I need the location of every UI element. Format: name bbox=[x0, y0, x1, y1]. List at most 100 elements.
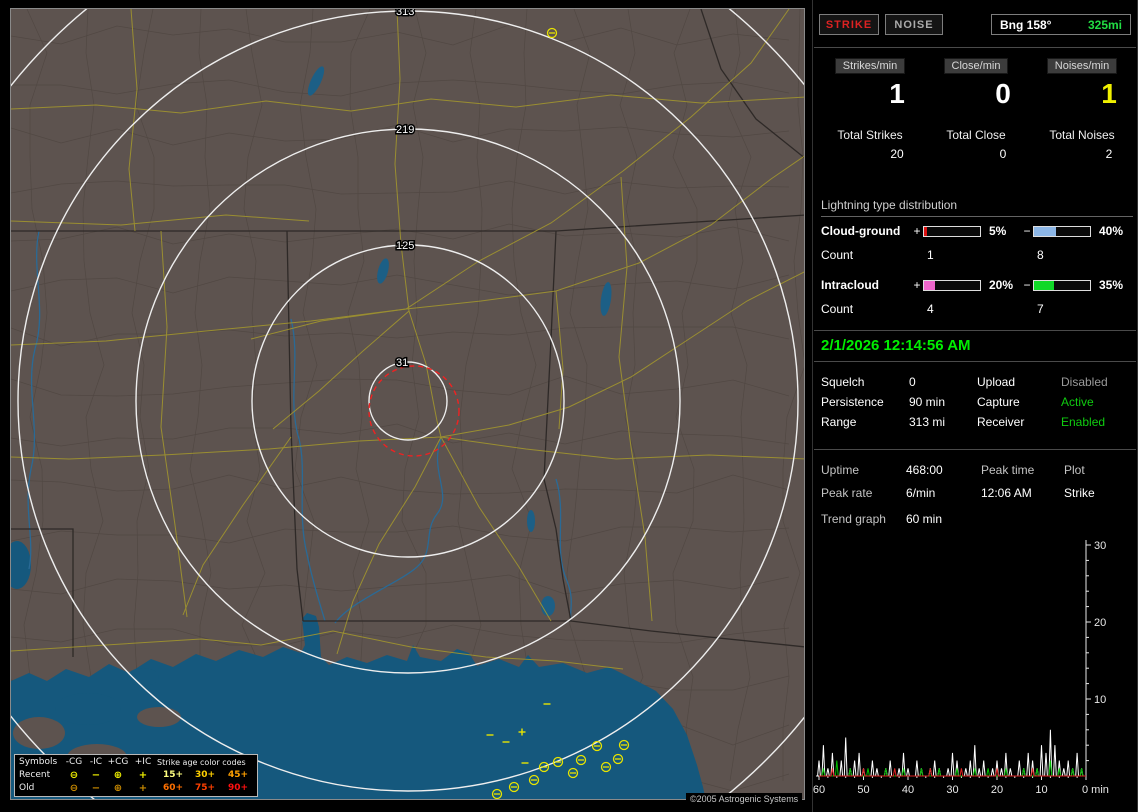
copyright-text: ©2005 Astrogenic Systems bbox=[686, 793, 803, 805]
ic-plus-icon: + bbox=[138, 770, 148, 781]
distribution-title: Lightning type distribution bbox=[821, 198, 1133, 217]
ic-minus-icon: − bbox=[91, 783, 101, 794]
trend-graph-label: Trend graph bbox=[821, 512, 886, 526]
peak-rate-value: 6/min bbox=[906, 485, 936, 500]
strike-button[interactable]: STRIKE bbox=[819, 14, 879, 35]
capture-value: Active bbox=[1061, 395, 1094, 409]
svg-text:0 min: 0 min bbox=[1082, 784, 1109, 796]
age-30: 30+ bbox=[194, 770, 216, 780]
separator bbox=[814, 449, 1136, 450]
status-row: Uptime 468:00 Peak time Plot bbox=[821, 458, 1135, 481]
ic-positive-count: 4 bbox=[927, 302, 934, 316]
settings-row: Persistence 90 min Capture Active bbox=[821, 392, 1135, 412]
receiver-value: Enabled bbox=[1061, 415, 1106, 429]
total-close-value: 0 bbox=[999, 147, 1007, 161]
minus-sign: − bbox=[1023, 278, 1031, 292]
separator bbox=[814, 47, 1136, 48]
cg-positive-bar-fill bbox=[924, 226, 927, 236]
trend-graph-span-value: 60 min bbox=[906, 512, 943, 526]
svg-text:30: 30 bbox=[1094, 540, 1106, 552]
age-75: 75+ bbox=[194, 783, 216, 793]
ic-positive-pct: 20% bbox=[989, 278, 1014, 292]
bearing-range-value: 325mi bbox=[1087, 17, 1122, 32]
age-60: 60+ bbox=[162, 783, 184, 793]
minus-sign: − bbox=[1023, 224, 1031, 238]
legend-type-cg-pos: +CG bbox=[107, 757, 129, 767]
map-view[interactable]: 31 125 219 313 Symbols -CG -IC +CG +IC Stri… bbox=[10, 8, 805, 800]
peak-rate-label: Peak rate bbox=[821, 485, 873, 500]
count-label: Count bbox=[821, 302, 854, 316]
cloud-ground-row: Cloud-ground + 5% − 40% bbox=[821, 224, 1133, 238]
ic-negative-bar bbox=[1033, 279, 1091, 291]
datetime-display: 2/1/2026 12:14:56 AM bbox=[821, 337, 971, 354]
cg-negative-bar-fill bbox=[1034, 226, 1057, 236]
svg-text:10: 10 bbox=[1035, 784, 1047, 796]
plus-sign: + bbox=[913, 224, 921, 238]
persistence-value: 90 min bbox=[909, 395, 946, 409]
legend-type-ic-pos: +IC bbox=[134, 757, 152, 767]
receiver-label: Receiver bbox=[977, 415, 1025, 429]
cg-minus-icon: ⊖ bbox=[69, 783, 79, 794]
cg-minus-icon: ⊖ bbox=[69, 770, 79, 781]
marsh-patch bbox=[13, 717, 65, 749]
age-90: 90+ bbox=[227, 783, 249, 793]
svg-text:10: 10 bbox=[1094, 694, 1106, 706]
range-value: 313 mi bbox=[909, 415, 946, 429]
separator bbox=[814, 361, 1136, 362]
ic-negative-bar-fill bbox=[1034, 280, 1054, 290]
svg-text:31: 31 bbox=[396, 357, 408, 369]
legend-type-cg-neg: -CG bbox=[65, 757, 83, 767]
ic-plus-icon: + bbox=[138, 783, 148, 794]
svg-text:219: 219 bbox=[396, 124, 414, 136]
svg-text:313: 313 bbox=[396, 9, 414, 18]
cg-negative-count: 8 bbox=[1037, 248, 1044, 262]
svg-text:20: 20 bbox=[991, 784, 1003, 796]
upload-value: Disabled bbox=[1061, 375, 1108, 389]
plot-value: Strike bbox=[1064, 485, 1095, 500]
total-noises-value: 2 bbox=[1105, 147, 1113, 161]
settings-row: Squelch 0 Upload Disabled bbox=[821, 372, 1135, 392]
count-label: Count bbox=[821, 248, 854, 262]
total-close-label: Total Close bbox=[946, 128, 1006, 142]
legend-symbols-header: Symbols bbox=[19, 757, 58, 767]
intracloud-label: Intracloud bbox=[821, 278, 880, 292]
status-section: Uptime 468:00 Peak time Plot Peak rate 6… bbox=[821, 458, 1135, 504]
uptime-label: Uptime bbox=[821, 462, 860, 477]
persistence-label: Persistence bbox=[821, 395, 884, 409]
ic-positive-bar bbox=[923, 279, 981, 291]
svg-text:60: 60 bbox=[813, 784, 825, 796]
rate-counters: Strikes/min 1 Total Strikes 20 Close/min… bbox=[817, 58, 1135, 170]
noises-per-min-column: Noises/min 1 Total Noises 2 bbox=[1029, 58, 1135, 170]
squelch-value: 0 bbox=[909, 375, 916, 389]
close-per-min-value: 0 bbox=[995, 78, 1011, 109]
status-row: Peak rate 6/min 12:06 AM Strike bbox=[821, 481, 1135, 504]
svg-text:50: 50 bbox=[857, 784, 869, 796]
age-15: 15+ bbox=[162, 770, 184, 780]
squelch-label: Squelch bbox=[821, 375, 865, 389]
cg-negative-bar bbox=[1033, 225, 1091, 237]
noise-button[interactable]: NOISE bbox=[885, 14, 943, 35]
settings-section: Squelch 0 Upload Disabled Persistence 90… bbox=[821, 372, 1135, 432]
noises-per-min-header: Noises/min bbox=[1046, 58, 1118, 74]
ic-negative-count: 7 bbox=[1037, 302, 1044, 316]
cloud-ground-count-row: Count 1 8 bbox=[821, 248, 1133, 262]
svg-text:30: 30 bbox=[946, 784, 958, 796]
total-strikes-value: 20 bbox=[890, 147, 904, 161]
noises-per-min-value: 1 bbox=[1101, 78, 1117, 109]
legend-old-label: Old bbox=[19, 783, 35, 793]
total-strikes-label: Total Strikes bbox=[837, 128, 903, 142]
lake bbox=[541, 596, 555, 616]
lightning-tracker-window: 31 125 219 313 Symbols -CG -IC +CG +IC Stri… bbox=[0, 0, 1138, 812]
intracloud-row: Intracloud + 20% − 35% bbox=[821, 278, 1133, 292]
ic-minus-icon: − bbox=[91, 770, 101, 781]
uptime-value: 468:00 bbox=[906, 462, 943, 477]
trend-graph: 10 20 30 60 50 40 30 20 10 0 min bbox=[813, 540, 1109, 796]
strikes-per-min-column: Strikes/min 1 Total Strikes 20 bbox=[817, 58, 923, 170]
bearing-display: Bng 158° 325mi bbox=[991, 14, 1131, 35]
legend-type-ic-neg: -IC bbox=[89, 757, 103, 767]
age-45: 45+ bbox=[227, 770, 249, 780]
separator bbox=[814, 330, 1136, 331]
svg-text:20: 20 bbox=[1094, 617, 1106, 629]
legend-age-header: Strike age color codes bbox=[157, 758, 246, 767]
strikes-per-min-header: Strikes/min bbox=[834, 58, 906, 74]
